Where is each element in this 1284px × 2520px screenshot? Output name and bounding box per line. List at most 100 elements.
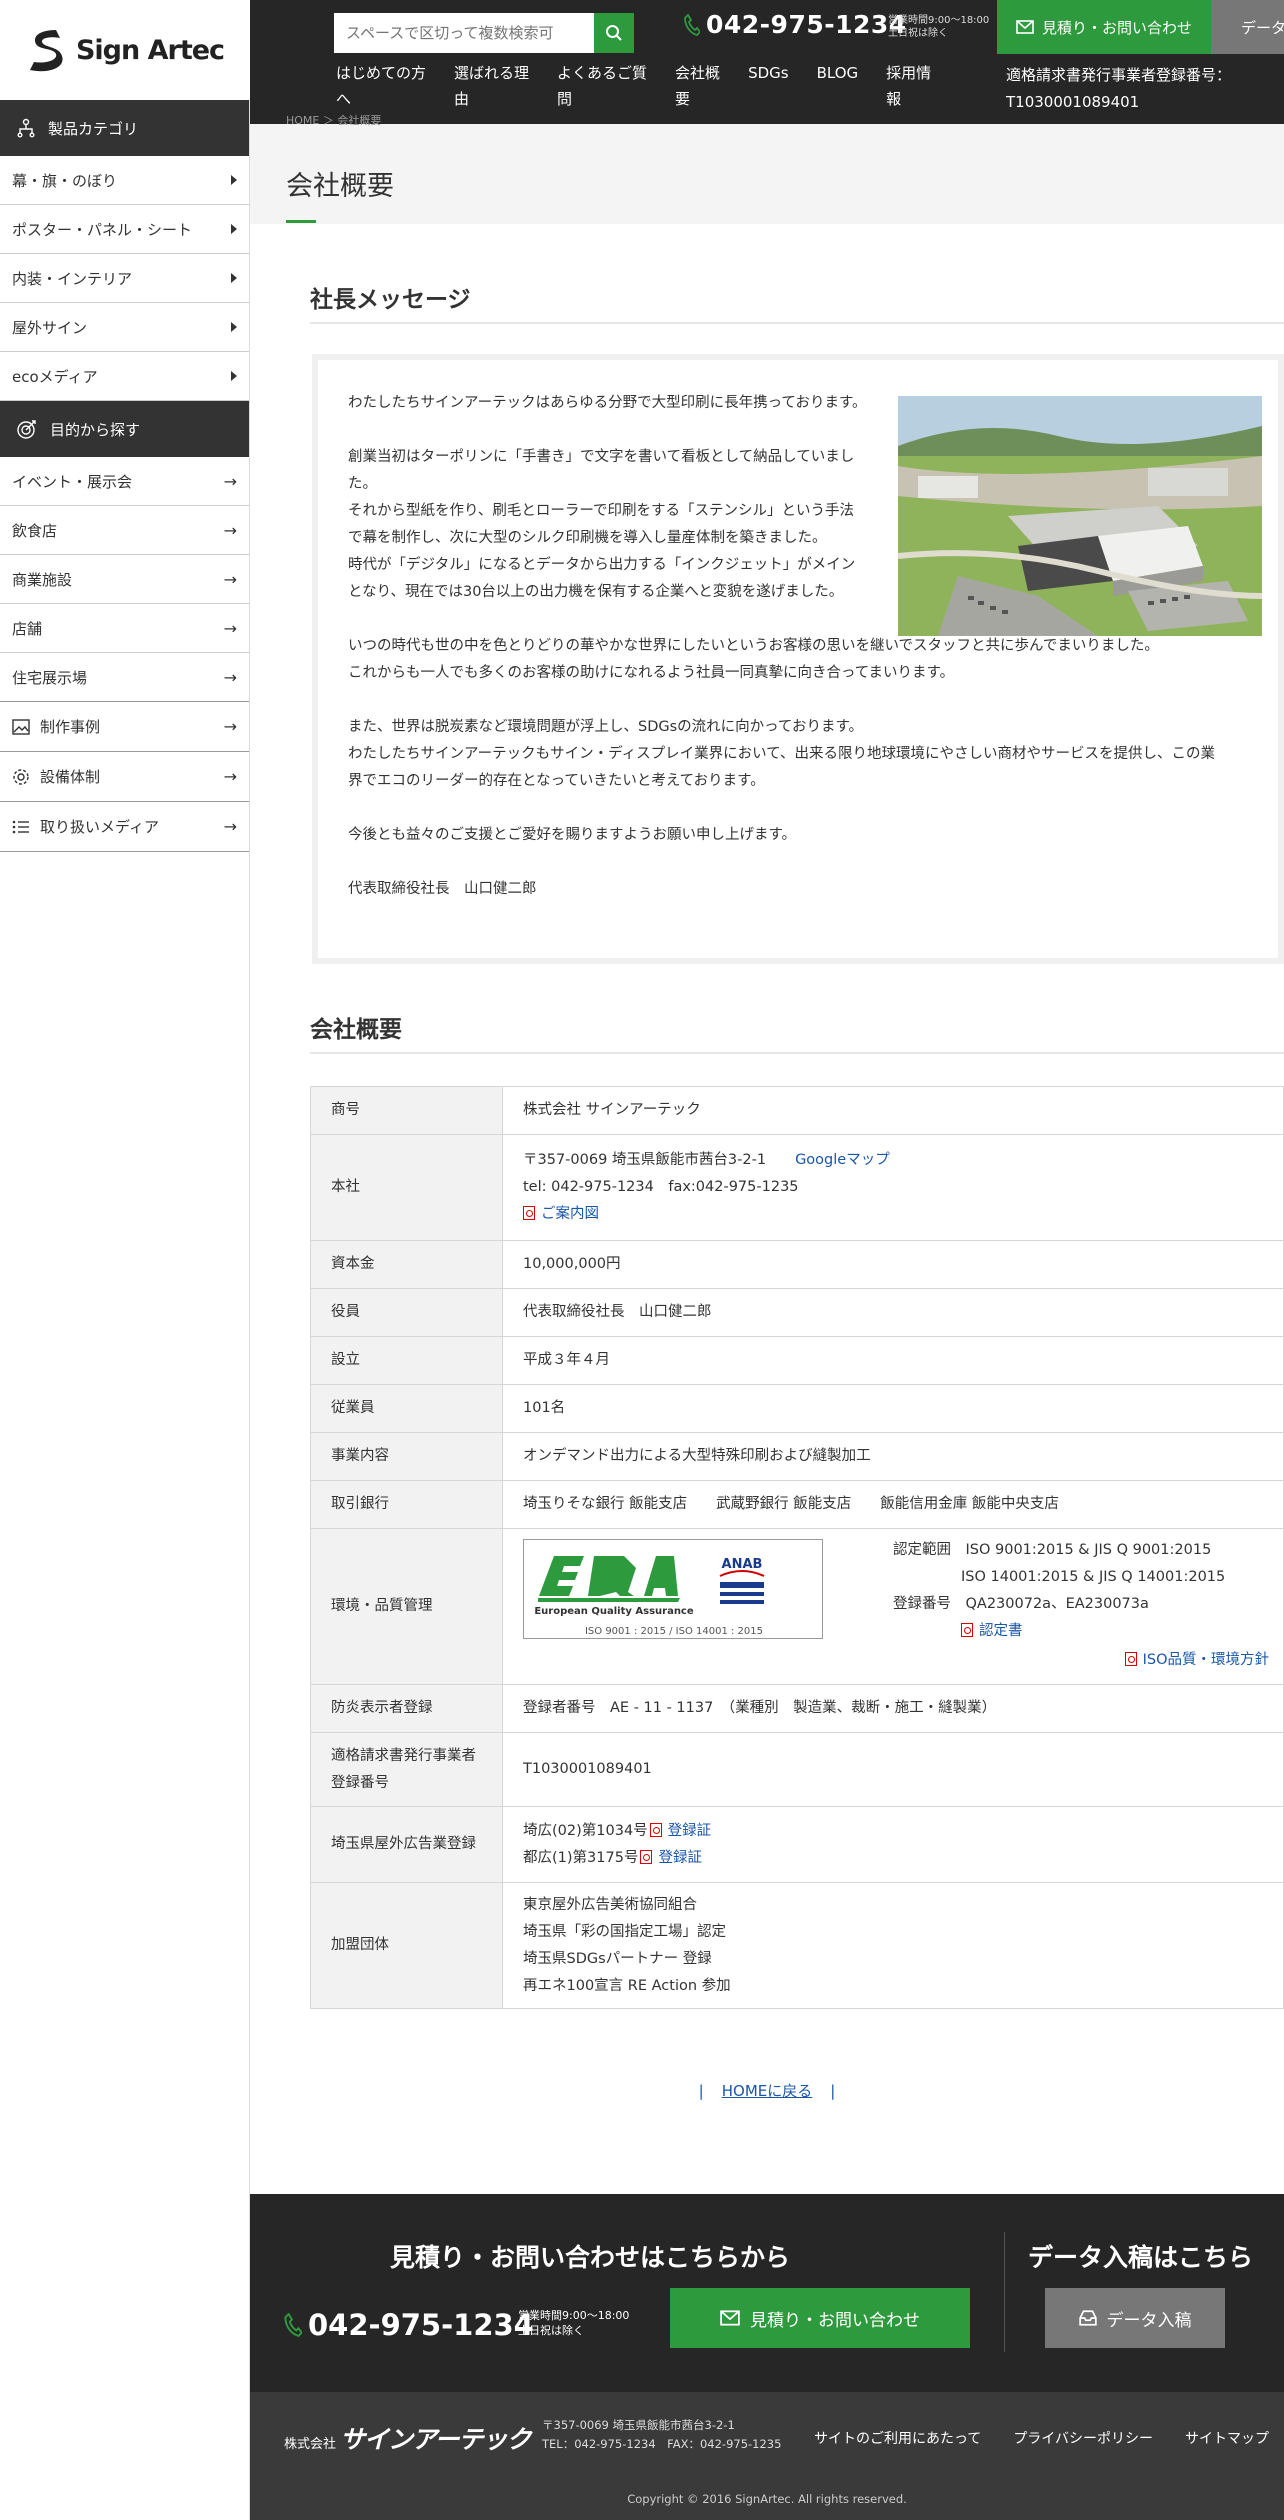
row-label: 設立: [310, 1336, 503, 1385]
estimate-button[interactable]: 見積り・お問い合わせ: [997, 0, 1211, 54]
row-label: 事業内容: [310, 1432, 503, 1481]
hours-line: 営業時間9:00～18:00: [518, 2309, 630, 2322]
sidebar-item-housing[interactable]: 住宅展示場 →: [0, 653, 249, 702]
footer-address: 〒357-0069 埼玉県飯能市茜台3-2-1 TEL：042-975-1234…: [542, 2416, 781, 2454]
item-label: 取り扱いメディア: [40, 818, 159, 836]
row-value: T1030001089401: [502, 1732, 1284, 1807]
sidebar-item-restaurant[interactable]: 飲食店 →: [0, 506, 249, 555]
table-row: 資本金 10,000,000円: [310, 1240, 1284, 1289]
message-paragraph: わたしたちサインアーテックはあらゆる分野で大型印刷に長年携っております。: [348, 395, 867, 411]
sidebar-item-commercial[interactable]: 商業施設 →: [0, 555, 249, 604]
footer-link-terms[interactable]: サイトのご利用にあたって: [814, 2428, 981, 2448]
footer-logo[interactable]: 株式会社 サインアーテック: [284, 2420, 532, 2456]
row-value: 〒357-0069 埼玉県飯能市茜台3-2-1 Googleマップ tel: 0…: [502, 1134, 1284, 1241]
company-name: サインアーテック: [340, 2425, 532, 2454]
arrow-right-icon: →: [223, 667, 237, 687]
sidebar-item-store[interactable]: 店舗 →: [0, 604, 249, 653]
invoice-number: 適格請求書発行事業者登録番号： T1030001089401: [1006, 62, 1231, 116]
iso-policy-link[interactable]: ISO品質・環境方針: [1143, 1652, 1269, 1668]
site-logo[interactable]: Sign Artec: [0, 0, 250, 100]
address-line: 〒357-0069 埼玉県飯能市茜台3-2-1: [542, 2418, 735, 2432]
nav-item-faq[interactable]: よくあるご質問: [543, 60, 661, 124]
item-label: 制作事例: [40, 718, 101, 736]
separator: |: [698, 2082, 704, 2100]
cta-title: 見積り・お問い合わせはこちらから: [390, 2243, 791, 2272]
arrow-right-icon: →: [223, 618, 237, 638]
google-map-link[interactable]: Googleマップ: [795, 1152, 890, 1168]
sidebar-item-eco-media[interactable]: ecoメディア: [0, 352, 249, 401]
nav-item-recruit[interactable]: 採用情報: [872, 60, 945, 124]
home-link[interactable]: HOMEに戻る: [722, 2082, 813, 2100]
row-label: 商号: [310, 1086, 503, 1135]
table-row: 本社 〒357-0069 埼玉県飯能市茜台3-2-1 Googleマップ tel…: [310, 1134, 1284, 1241]
search-button[interactable]: [594, 13, 634, 53]
header-phone[interactable]: 042-975-1234: [684, 10, 907, 39]
breadcrumb[interactable]: HOME ＞ 会社概要: [286, 112, 381, 128]
holiday-line: 土日祝は除く: [888, 28, 948, 39]
data-upload-button[interactable]: データ入稿: [1211, 0, 1284, 54]
logo-text: Sign Artec: [75, 34, 225, 66]
outdoor-reg-value: 埼広(02)第1034号: [523, 1822, 648, 1839]
nav-label: よくあるご質: [557, 64, 648, 82]
registration-cert-link[interactable]: 登録証: [658, 1850, 702, 1866]
table-row: 埼玉県屋外広告業登録 埼広(02)第1034号 登録証 都広(1)第3175号 登録…: [310, 1806, 1284, 1883]
nav-item-sdgs[interactable]: SDGs: [734, 60, 803, 124]
sidebar-item-outdoor-sign[interactable]: 屋外サイン: [0, 303, 249, 352]
registration-cert-link[interactable]: 登録証: [668, 1823, 712, 1839]
label-line: 登録番号: [331, 1774, 389, 1791]
sidebar-item-interior[interactable]: 内装・インテリア: [0, 254, 249, 303]
caret-right-icon: [231, 371, 237, 381]
phone-icon: [684, 13, 700, 36]
row-value: オンデマンド出力による大型特殊印刷および縫製加工: [502, 1432, 1284, 1481]
title-accent-line: [286, 220, 316, 223]
hq-tel-fax: tel: 042-975-1234 fax:042-975-1235: [523, 1179, 799, 1195]
search-icon: [606, 25, 622, 41]
business-hours: 営業時間9:00～18:00 土日祝は除く: [888, 14, 989, 40]
nav-label: 採用情: [886, 64, 932, 82]
mail-icon: [1016, 20, 1034, 34]
caret-right-icon: [231, 224, 237, 234]
nav-label: 報: [886, 90, 902, 108]
overview-heading: 会社概要: [310, 1017, 402, 1043]
telfax-line: TEL：042-975-1234 FAX：042-975-1235: [542, 2437, 782, 2451]
row-value: 東京屋外広告美術協同組合 埼玉県「彩の国指定工場」認定 埼玉県SDGsパートナー…: [502, 1882, 1284, 2009]
search-input[interactable]: [334, 13, 594, 53]
cta-phone[interactable]: 042-975-1234: [284, 2308, 534, 2342]
anab-text: ANAB: [722, 1557, 763, 1572]
outdoor-reg-value: 都広(1)第3175号: [523, 1849, 639, 1866]
list-icon: [12, 820, 29, 833]
nav-item-company[interactable]: 会社概要: [661, 60, 734, 124]
sidebar-item-banners[interactable]: 幕・旗・のぼり: [0, 156, 249, 205]
sidebar-item-posters[interactable]: ポスター・パネル・シート: [0, 205, 249, 254]
pdf-icon: [640, 1849, 653, 1864]
item-label: 内装・インテリア: [12, 269, 133, 288]
footer-link-privacy[interactable]: プライバシーポリシー: [1013, 2428, 1153, 2448]
nav-item-blog[interactable]: BLOG: [803, 60, 873, 124]
sidebar-item-equipment[interactable]: 設備体制 →: [0, 752, 249, 802]
copyright: Copyright © 2016 SignArtec. All rights r…: [627, 2492, 907, 2506]
label-line: 適格請求書発行事業者: [331, 1747, 476, 1764]
pdf-icon: [523, 1206, 535, 1220]
hierarchy-icon: [17, 118, 35, 138]
nav-item-reasons[interactable]: 選ばれる理由: [440, 60, 543, 124]
sidebar-item-event[interactable]: イベント・展示会 →: [0, 457, 249, 506]
phone-number: 042-975-1234: [706, 10, 907, 39]
sidebar-item-media[interactable]: 取り扱いメディア →: [0, 802, 249, 852]
nav-label: 選ばれる理: [454, 64, 530, 82]
row-label: 適格請求書発行事業者 登録番号: [310, 1732, 503, 1807]
sidebar-item-works[interactable]: 制作事例 →: [0, 702, 249, 752]
footer-link-sitemap[interactable]: サイトマップ: [1185, 2428, 1269, 2448]
caret-right-icon: [231, 175, 237, 185]
guide-map-link[interactable]: ご案内図: [541, 1206, 599, 1222]
estimate-label: 見積り・お問い合わせ: [1041, 18, 1192, 37]
estimate-button[interactable]: 見積り・お問い合わせ: [670, 2288, 970, 2348]
table-row: 事業内容 オンデマンド出力による大型特殊印刷および縫製加工: [310, 1432, 1284, 1481]
table-row: 防炎表示者登録 登録者番号 AE - 11 - 1137 （業種別 製造業、裁断…: [310, 1684, 1284, 1733]
arrow-right-icon: →: [223, 717, 237, 736]
data-upload-button[interactable]: データ入稿: [1045, 2288, 1225, 2348]
scope-label: 認定範囲: [893, 1542, 951, 1558]
estimate-label: 見積り・お問い合わせ: [750, 2310, 920, 2331]
certificate-link[interactable]: 認定書: [979, 1623, 1023, 1639]
data-upload-title: データ入稿はこちら: [1028, 2243, 1254, 2272]
nav-label: 要: [675, 90, 691, 108]
